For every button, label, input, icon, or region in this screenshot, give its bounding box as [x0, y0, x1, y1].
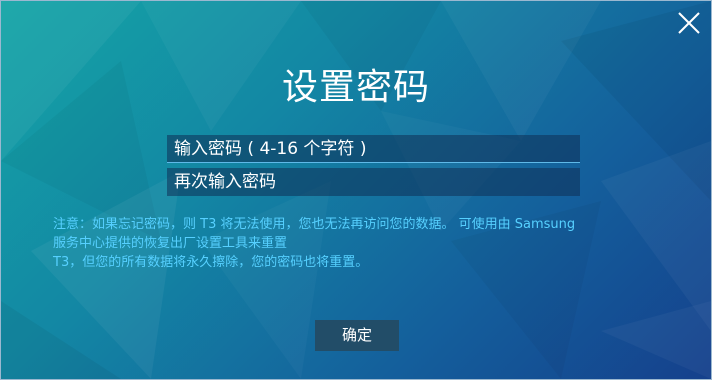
notice-line: 注意：如果忘记密码，则 T3 将无法使用，您也无法再访问您的数据。 可使用由 S… — [53, 217, 576, 232]
set-password-dialog: 设置密码 输入密码 ( 4-16 个字符 ) 再次输入密码 注意：如果忘记密码，… — [0, 0, 712, 380]
password-input[interactable]: 输入密码 ( 4-16 个字符 ) — [167, 135, 580, 163]
confirm-password-placeholder: 再次输入密码 — [174, 172, 276, 192]
close-button[interactable] — [673, 7, 705, 39]
notice-line: 服务中心提供的恢复出厂设置工具来重置 — [53, 236, 288, 251]
confirm-password-input[interactable]: 再次输入密码 — [167, 168, 580, 196]
dialog-title: 设置密码 — [281, 67, 430, 108]
password-placeholder: 输入密码 ( 4-16 个字符 ) — [174, 139, 367, 159]
ok-button[interactable]: 确定 — [315, 320, 399, 351]
close-icon — [678, 12, 700, 34]
notice-line: T3，但您的所有数据将永久擦除，您的密码也将重置。 — [53, 255, 369, 270]
warning-notice: 注意：如果忘记密码，则 T3 将无法使用，您也无法再访问您的数据。 可使用由 S… — [53, 215, 663, 272]
